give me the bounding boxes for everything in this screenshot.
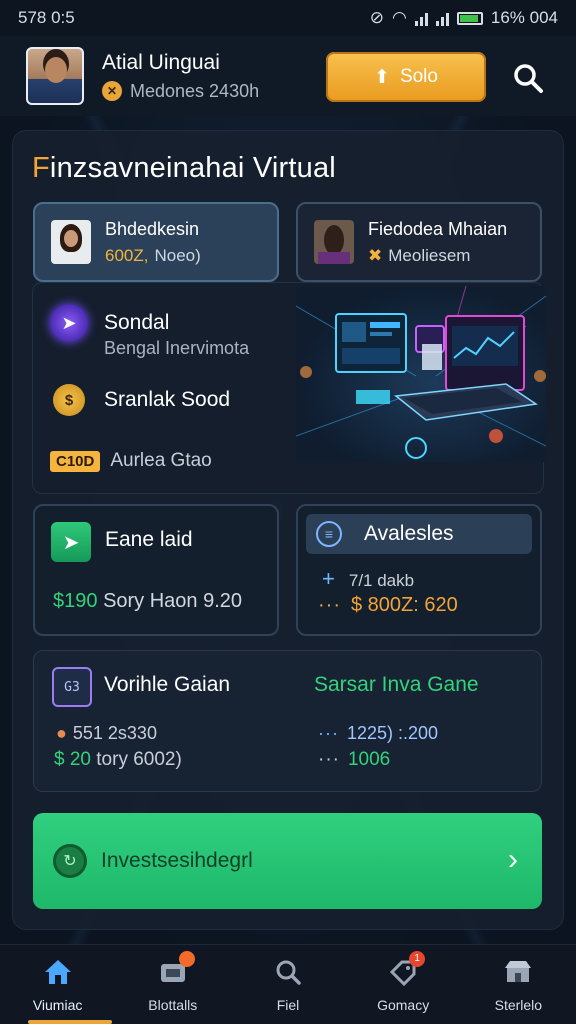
sale-button[interactable]: ⬆ Solo [326,52,486,102]
summary-right-row-1: ··· 1225) :.200 [318,723,439,743]
profile-sub: 600Z, Noeo) [105,245,201,265]
nav-item-tag[interactable]: 1 Gomacy [353,950,453,1013]
chevron-right-icon: › [508,843,518,876]
profile-info: Bhdedkesin 600Z, Noeo) [105,219,201,266]
nav-item-home[interactable]: Viumiac [8,957,108,1013]
profile-name: Bhdedkesin [105,218,200,239]
user-sub-text: Medones 2430h [130,80,260,101]
status-bar: 578 0:5 ⊘ ◠ 16% 004 [0,0,576,36]
nav-item-store[interactable]: Sterlelo [468,957,568,1013]
list-item-aurlea[interactable]: C10D Aurlea Gtao [50,450,212,472]
status-time: 578 0:5 [18,8,75,27]
invest-button[interactable]: ↻ Investsesihdegrl › [33,813,542,909]
list-item-sondal[interactable]: ➤ Sondal [50,304,169,342]
avatar [314,220,354,264]
summary-title: Vorihle Gaian [104,673,231,696]
profile-card-2[interactable]: Fiedodea Mhaian ✖ Meoliesem [296,202,542,282]
stat-title: Avalesles [364,522,454,545]
nav-item-wallet[interactable]: Blottalls [123,950,223,1013]
stat-value: $190 Sory Haon 9.20 [53,590,243,612]
battery-icon [456,11,483,25]
summary-card[interactable]: G3 Vorihle Gaian Sarsar Inva Gane ● 551 2… [33,650,542,792]
coin-icon: ✖ [368,245,383,265]
status-icons: ⊘ ◠ 16% 004 [370,8,558,28]
status-badge: C10D [50,450,101,472]
tech-illustration [296,286,546,462]
lightning-icon: ➤ [50,304,88,342]
mute-icon: ⊘ [369,8,385,27]
list-item-title: Sranlak Sood [104,388,231,411]
stat-row: +7/1 dakb [322,566,415,591]
profile-card-1[interactable]: Bhdedkesin 600Z, Noeo) [33,202,279,282]
active-indicator [28,1020,112,1024]
summary-left-row-2: $ 20 tory 6002) [54,749,182,770]
user-info: Atial Uinguai ✕ Medones 2430h [102,51,259,102]
user-subtitle: ✕ Medones 2430h [102,81,259,102]
stat-card-right[interactable]: ≡ Avalesles +7/1 dakb ··· $ 800Z: 620 [296,504,542,636]
avatar [51,220,91,264]
notification-badge: 1 [409,950,426,967]
wifi-icon: ◠ [392,8,407,27]
availability-header: ≡ Avalesles [306,514,532,554]
balance-icon: ≡ [316,521,342,547]
list-item-title: Aurlea Gtao [110,450,212,471]
invest-label: Investsesihdegrl [101,849,253,872]
stat-title: Eane laid [105,528,193,551]
list-item-subtitle: Bengal Inervimota [104,338,250,358]
profile-info: Fiedodea Mhaian ✖ Meoliesem [368,219,507,266]
upload-arrow-icon: ⬆ [374,66,390,88]
coin-icon: ✕ [102,81,122,101]
pin-icon: ● [56,723,67,743]
refresh-icon: ↻ [53,844,87,878]
profile-sub: ✖ Meoliesem [368,245,471,265]
grid-icon: G3 [52,667,92,707]
battery-text: 16% 004 [490,8,558,27]
user-name: Atial Uinguai [102,50,220,74]
list-item-title: Sondal [104,311,170,334]
summary-left-row-1: ● 551 2s330 [56,723,157,743]
summary-right-row-2: ··· 1006 [318,749,391,770]
signal-icon-2 [435,10,449,26]
bottom-nav: Viumiac Blottalls Fiel 1 Gomacy Sterlelo [0,944,576,1024]
home-icon [42,957,74,987]
summary-green-title: Sarsar Inva Gane [314,673,479,696]
search-icon[interactable] [508,58,548,98]
profile-name: Fiedodea Mhaian [368,218,508,239]
sale-button-label: Solo [399,66,438,87]
stat-card-left[interactable]: ➤ Eane laid $190 Sory Haon 9.20 [33,504,279,636]
send-icon: ➤ [51,522,91,562]
page-title: Finzsavneinahai Virtual [32,152,336,184]
stat-value: ··· $ 800Z: 620 [318,594,458,616]
plus-icon: + [322,566,335,591]
store-icon [502,957,534,987]
list-item-sranlak[interactable]: $ Sranlak Sood [50,384,230,416]
signal-icon [414,10,428,26]
coin-icon: $ [53,384,85,416]
search-icon [272,957,304,987]
nav-item-search[interactable]: Fiel [238,957,338,1013]
notification-badge [178,950,195,967]
app-header: Atial Uinguai ✕ Medones 2430h ⬆ Solo [0,36,576,116]
avatar[interactable] [26,47,84,105]
